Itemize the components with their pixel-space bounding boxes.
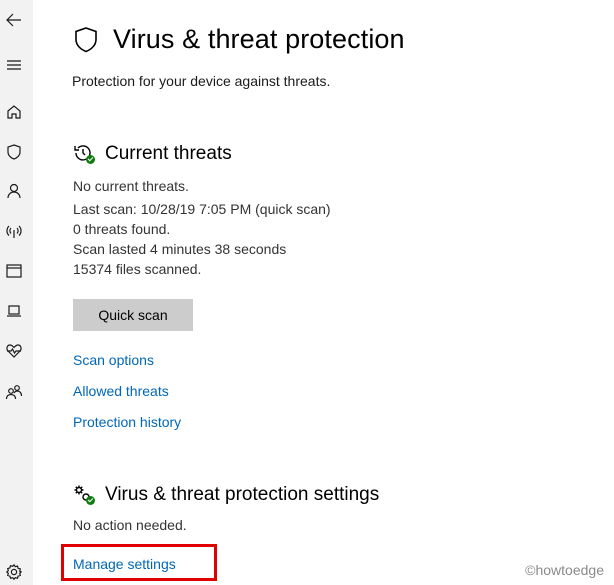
threats-found: 0 threats found. [73, 221, 171, 237]
gear-icon[interactable] [5, 563, 23, 581]
shield-icon [75, 26, 97, 52]
browser-window-icon[interactable] [5, 262, 23, 280]
shield-icon[interactable] [5, 143, 23, 161]
hamburger-menu-icon[interactable] [5, 56, 23, 74]
protection-settings-heading: Virus & threat protection settings [73, 484, 379, 506]
files-scanned: 15374 files scanned. [73, 261, 202, 277]
family-icon[interactable] [5, 383, 23, 401]
back-arrow-icon[interactable] [5, 11, 23, 29]
main-content: Virus & threat protection Protection for… [33, 0, 614, 585]
wireless-signal-icon[interactable] [5, 222, 23, 240]
person-icon[interactable] [5, 182, 23, 200]
section-title: Current threats [105, 143, 232, 164]
page-subtitle: Protection for your device against threa… [72, 73, 331, 89]
laptop-icon[interactable] [5, 302, 23, 320]
allowed-threats-link[interactable]: Allowed threats [73, 383, 169, 399]
heart-pulse-icon[interactable] [5, 342, 23, 360]
scan-duration: Scan lasted 4 minutes 38 seconds [73, 241, 287, 257]
status-ok-badge [86, 496, 95, 505]
settings-gears-icon [73, 484, 95, 506]
current-threats-heading: Current threats [73, 143, 232, 165]
sidebar [0, 0, 33, 585]
protection-history-link[interactable]: Protection history [73, 414, 181, 430]
manage-settings-link[interactable]: Manage settings [73, 556, 176, 572]
home-icon[interactable] [5, 103, 23, 121]
watermark: ©howtoedge [525, 562, 604, 578]
settings-status: No action needed. [73, 517, 187, 533]
scan-history-icon [73, 143, 95, 165]
scan-options-link[interactable]: Scan options [73, 352, 154, 368]
section-title: Virus & threat protection settings [105, 484, 380, 505]
last-scan: Last scan: 10/28/19 7:05 PM (quick scan) [73, 201, 331, 217]
quick-scan-button[interactable]: Quick scan [73, 299, 193, 331]
status-ok-badge [86, 155, 95, 164]
page-header: Virus & threat protection [73, 24, 405, 55]
page-title: Virus & threat protection [113, 24, 405, 54]
threat-status: No current threats. [73, 178, 189, 194]
